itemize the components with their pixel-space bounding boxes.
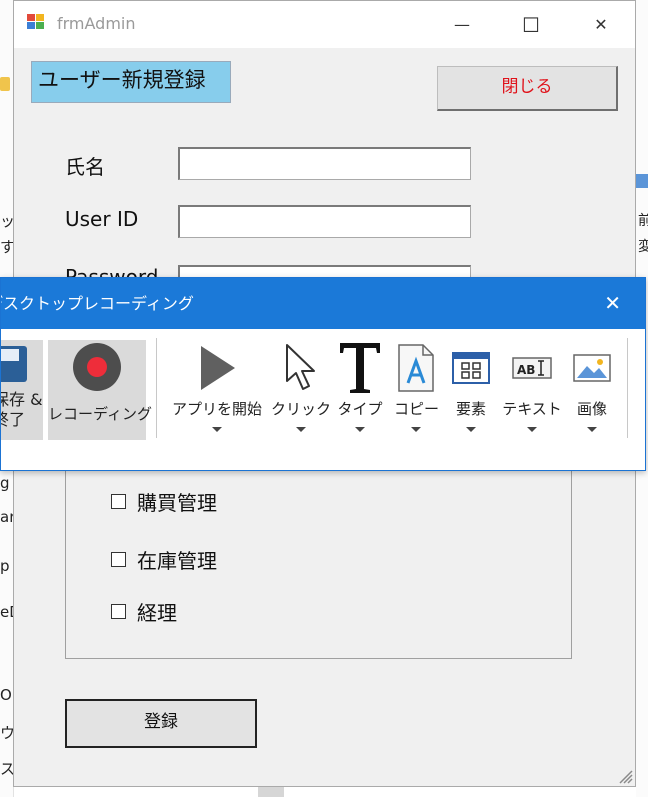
page-title: ユーザー新規登録: [31, 61, 231, 103]
tool-label: クリック: [271, 400, 332, 418]
svg-text:AB: AB: [517, 363, 535, 377]
image-tool[interactable]: 画像: [570, 338, 614, 432]
name-label: 氏名: [65, 155, 105, 179]
userid-label: User ID: [65, 207, 139, 231]
record-button[interactable]: レコーディング: [48, 340, 152, 440]
background-text: p: [0, 557, 10, 575]
minimize-button[interactable]: —: [442, 11, 482, 39]
chevron-down-icon[interactable]: [527, 427, 537, 432]
recording-close-button[interactable]: ✕: [604, 278, 621, 329]
image-icon: [573, 354, 611, 382]
play-icon: [201, 346, 235, 390]
chevron-down-icon[interactable]: [466, 427, 476, 432]
window-titlebar[interactable]: frmAdmin — ☐ ✕: [14, 1, 635, 48]
save-label-line2: 終了: [1, 410, 26, 429]
chevron-down-icon[interactable]: [296, 427, 306, 432]
checkbox-label: 購買管理: [137, 491, 217, 515]
checkbox-accounting[interactable]: 経理: [111, 597, 177, 626]
background-text: O: [0, 686, 12, 704]
checkbox-inventory[interactable]: 在庫管理: [111, 545, 217, 574]
background-text: す: [0, 238, 14, 256]
tool-label: タイプ: [337, 400, 383, 418]
close-button[interactable]: 閉じる: [437, 66, 618, 111]
checkbox-label: 経理: [137, 601, 177, 625]
toolbar-separator: [156, 338, 157, 438]
cursor-icon: [286, 344, 315, 390]
folder-icon: [0, 77, 10, 91]
checkbox-box[interactable]: [111, 494, 126, 509]
recording-toolbar: デスクトップレコーディング ✕ 保存 & 終了 レコーディング アプリを開始 ク…: [0, 277, 646, 471]
save-label-line1: 保存 &: [1, 390, 43, 409]
element-tool[interactable]: 要素: [449, 338, 493, 432]
text-icon: AB: [512, 357, 552, 379]
tool-label: 画像: [576, 400, 607, 418]
chevron-down-icon[interactable]: [587, 427, 597, 432]
checkbox-box[interactable]: [111, 552, 126, 567]
background-scroll-fragment: [258, 786, 284, 797]
recording-title: デスクトップレコーディング: [1, 294, 194, 313]
app-icon: [27, 14, 47, 32]
checkbox-box[interactable]: [111, 604, 126, 619]
save-icon: [1, 346, 27, 382]
background-text: 前: [638, 213, 648, 229]
maximize-button[interactable]: ☐: [511, 11, 551, 39]
tool-label: コピー: [394, 400, 440, 418]
toolbar-separator: [627, 338, 628, 438]
type-tool[interactable]: タイプ: [335, 338, 385, 432]
background-text: eD: [0, 603, 14, 621]
save-and-exit-button[interactable]: 保存 & 終了: [1, 340, 43, 440]
checkbox-label: 在庫管理: [137, 549, 217, 573]
close-window-button[interactable]: ✕: [581, 11, 621, 39]
copy-icon: [398, 344, 434, 392]
tool-label: テキスト: [502, 400, 562, 418]
click-tool[interactable]: クリック: [271, 338, 331, 432]
background-text: 変: [638, 239, 648, 255]
record-icon: [73, 343, 121, 391]
background-text: g: [0, 474, 10, 492]
background-text: ara: [0, 508, 14, 526]
userid-field[interactable]: [178, 205, 471, 238]
resize-grip-icon[interactable]: [615, 766, 633, 784]
name-field[interactable]: [178, 147, 471, 180]
background-text: ウ: [0, 724, 14, 742]
text-tool[interactable]: AB テキスト: [501, 338, 563, 432]
background-text: ス: [0, 760, 14, 778]
background-tab: [636, 174, 648, 188]
checkbox-purchasing[interactable]: 購買管理: [111, 487, 217, 516]
chevron-down-icon[interactable]: [355, 427, 365, 432]
tool-label: 要素: [455, 400, 486, 418]
background-text: ッセ: [0, 212, 14, 230]
copy-tool[interactable]: コピー: [394, 338, 440, 432]
register-button[interactable]: 登録: [65, 699, 257, 748]
type-icon: [340, 343, 380, 393]
chevron-down-icon[interactable]: [411, 427, 421, 432]
tool-label: アプリを開始: [171, 400, 262, 418]
recording-titlebar[interactable]: デスクトップレコーディング: [1, 278, 645, 329]
element-icon: [452, 352, 490, 384]
record-label: レコーディング: [48, 405, 152, 423]
start-app-tool[interactable]: アプリを開始: [169, 338, 265, 432]
window-title: frmAdmin: [57, 14, 136, 33]
chevron-down-icon[interactable]: [212, 427, 222, 432]
